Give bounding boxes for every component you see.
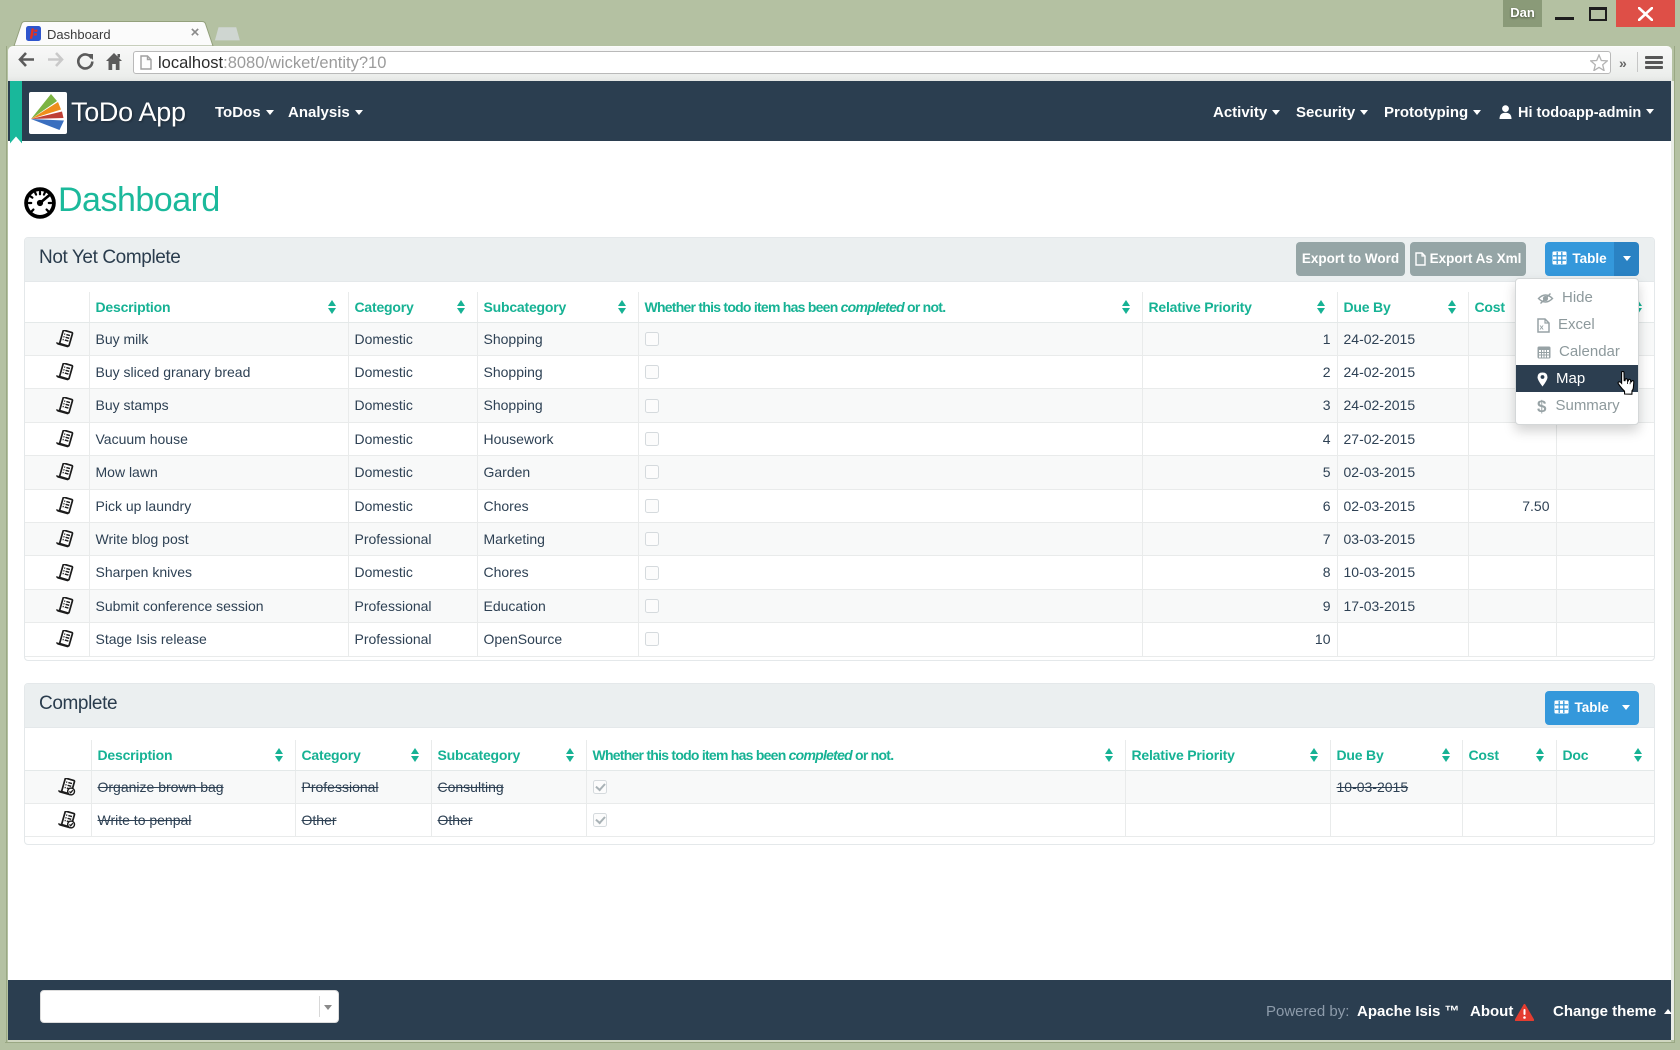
svg-text:x: x <box>1540 322 1545 331</box>
